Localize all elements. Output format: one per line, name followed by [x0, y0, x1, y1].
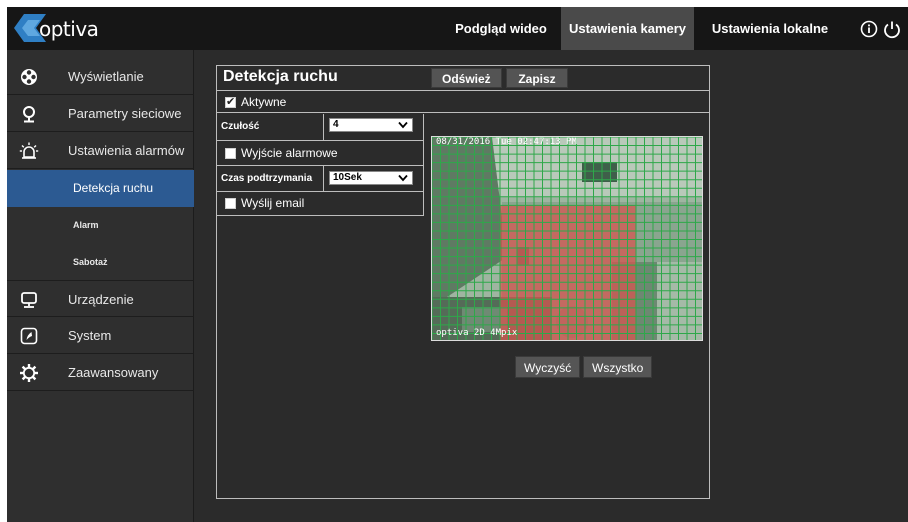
sidebar-item-label: Wyświetlanie [68, 69, 144, 84]
panel-header: Detekcja ruchu Odśwież Zapisz [217, 66, 709, 91]
info-icon[interactable] [859, 19, 879, 39]
sidebar-subitem-label: Detekcja ruchu [73, 181, 154, 195]
motion-detection-panel: Detekcja ruchu Odśwież Zapisz Aktywne Cz… [216, 65, 710, 499]
refresh-button[interactable]: Odśwież [431, 68, 502, 88]
hold-time-label: Czas podtrzymania [217, 166, 324, 191]
send-email-row: Wyślij email [217, 192, 424, 216]
save-button[interactable]: Zapisz [506, 68, 568, 88]
sidebar-item-network[interactable]: Parametry sieciowe [7, 95, 194, 132]
gear-icon [20, 364, 38, 382]
send-email-label: Wyślij email [241, 196, 305, 210]
sidebar-subitem-motion-detection[interactable]: Detekcja ruchu [7, 170, 194, 207]
video-caption: optiva 2D 4Mpix [436, 328, 518, 338]
clear-button[interactable]: Wyczyść [515, 356, 581, 378]
device-icon [21, 292, 37, 308]
select-all-button[interactable]: Wszystko [583, 356, 653, 378]
sensitivity-value: 4 [333, 119, 339, 130]
sidebar-subitem-label: Sabotaż [73, 257, 108, 267]
video-frame [432, 137, 702, 340]
sensitivity-label: Czułość [217, 114, 324, 140]
tab-local-settings[interactable]: Ustawienia lokalne [701, 7, 839, 50]
sidebar-subitem-tamper[interactable]: Sabotaż [7, 244, 194, 281]
sidebar-subitem-alarm[interactable]: Alarm [7, 207, 194, 244]
sidebar-item-system[interactable]: System [7, 317, 194, 354]
system-icon [20, 327, 38, 345]
active-label: Aktywne [241, 95, 287, 109]
sidebar-item-alarm-settings[interactable]: Ustawienia alarmów [7, 132, 194, 169]
sidebar-item-advanced[interactable]: Zaawansowany [7, 354, 194, 391]
sensitivity-select[interactable]: 4 [329, 118, 413, 132]
alarm-output-checkbox[interactable] [225, 148, 236, 159]
sensitivity-row: Czułość 4 [217, 114, 424, 141]
hold-time-row: Czas podtrzymania 10Sek [217, 166, 424, 192]
app-window: optiva Podgląd wideo Ustawienia kamery U… [7, 7, 908, 522]
sidebar-item-label: Ustawienia alarmów [68, 143, 185, 158]
active-checkbox[interactable] [225, 95, 236, 108]
alarm-output-row: Wyjście alarmowe [217, 141, 424, 166]
display-icon [21, 69, 37, 85]
top-bar: optiva Podgląd wideo Ustawienia kamery U… [7, 7, 908, 50]
sidebar-item-label: Urządzenie [68, 292, 134, 307]
page-title: Detekcja ruchu [223, 68, 338, 85]
send-email-checkbox[interactable] [225, 198, 236, 209]
power-icon[interactable] [882, 19, 902, 39]
alarm-output-label: Wyjście alarmowe [241, 146, 338, 160]
hold-time-value: 10Sek [333, 172, 362, 183]
sidebar-subitem-label: Alarm [73, 220, 99, 230]
motion-grid-video[interactable]: 08/31/2016 Tue 02:47:13 PM optiva 2D 4Mp… [431, 136, 703, 341]
sidebar-item-label: Zaawansowany [68, 365, 159, 380]
hold-time-select[interactable]: 10Sek [329, 171, 413, 185]
optiva-logo: optiva [12, 11, 102, 45]
tab-live-view[interactable]: Podgląd wideo [447, 7, 555, 50]
active-row: Aktywne [217, 92, 709, 113]
sidebar-item-display[interactable]: Wyświetlanie [7, 58, 194, 95]
chevron-down-icon [398, 121, 408, 129]
chevron-down-icon [398, 174, 408, 182]
sidebar-item-device[interactable]: Urządzenie [7, 280, 194, 317]
tab-camera-settings[interactable]: Ustawienia kamery [561, 7, 694, 50]
video-timestamp: 08/31/2016 Tue 02:47:13 PM [436, 137, 577, 147]
network-icon [23, 106, 35, 123]
logo-text: optiva [39, 17, 99, 41]
alarm-icon [19, 142, 39, 159]
sidebar-item-label: System [68, 328, 112, 343]
sidebar-item-label: Parametry sieciowe [68, 106, 182, 121]
sidebar: Wyświetlanie Parametry sieciowe Ustawien… [7, 50, 194, 522]
